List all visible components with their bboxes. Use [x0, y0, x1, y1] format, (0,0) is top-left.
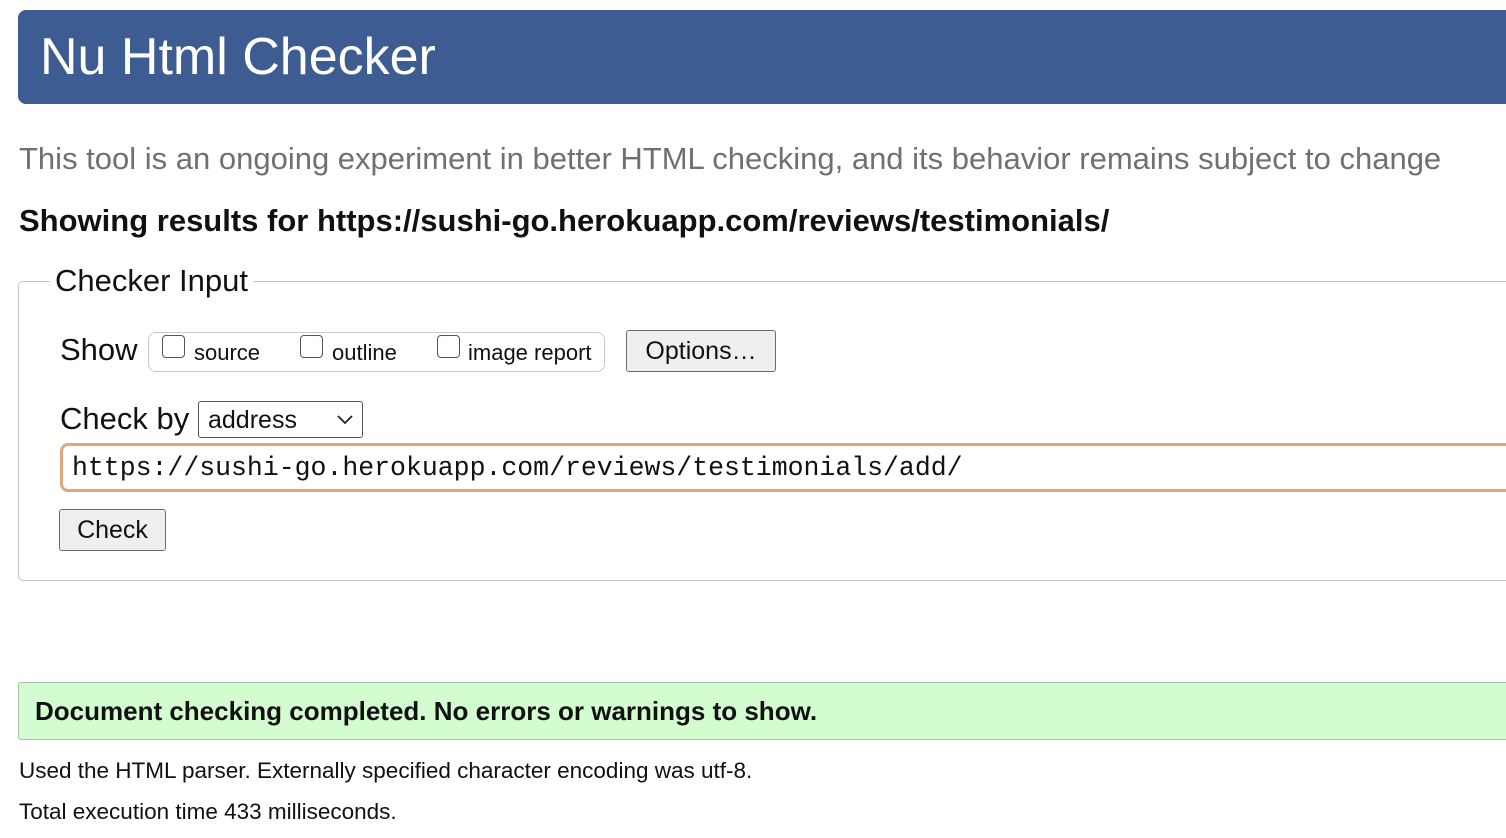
url-input[interactable] [60, 443, 1506, 492]
options-button[interactable]: Options… [626, 330, 776, 372]
check-by-selected-value: address [208, 406, 297, 434]
header-banner: Nu Html Checker [18, 10, 1506, 104]
checker-input-legend: Checker Input [50, 262, 253, 300]
check-by-label: Check by [60, 401, 190, 436]
chevron-down-icon [337, 415, 353, 425]
source-checkbox-label[interactable]: source [194, 340, 260, 366]
outline-checkbox[interactable] [300, 335, 323, 358]
intro-text: This tool is an ongoing experiment in be… [19, 141, 1442, 176]
success-message: Document checking completed. No errors o… [35, 696, 818, 726]
execution-time: Total execution time 433 milliseconds. [19, 799, 397, 824]
check-button[interactable]: Check [59, 509, 166, 551]
check-by-select[interactable]: address [198, 401, 363, 438]
source-checkbox[interactable] [162, 335, 185, 358]
show-label: Show [60, 332, 138, 367]
outline-checkbox-label[interactable]: outline [332, 340, 397, 366]
page: Nu Html Checker This tool is an ongoing … [0, 0, 1506, 838]
image-report-checkbox[interactable] [437, 335, 460, 358]
parser-info: Used the HTML parser. Externally specifi… [19, 758, 753, 783]
success-message-box: Document checking completed. No errors o… [18, 682, 1506, 740]
image-report-checkbox-label[interactable]: image report [468, 340, 592, 366]
app-title: Nu Html Checker [40, 28, 436, 86]
results-heading: Showing results for https://sushi-go.her… [19, 203, 1110, 238]
